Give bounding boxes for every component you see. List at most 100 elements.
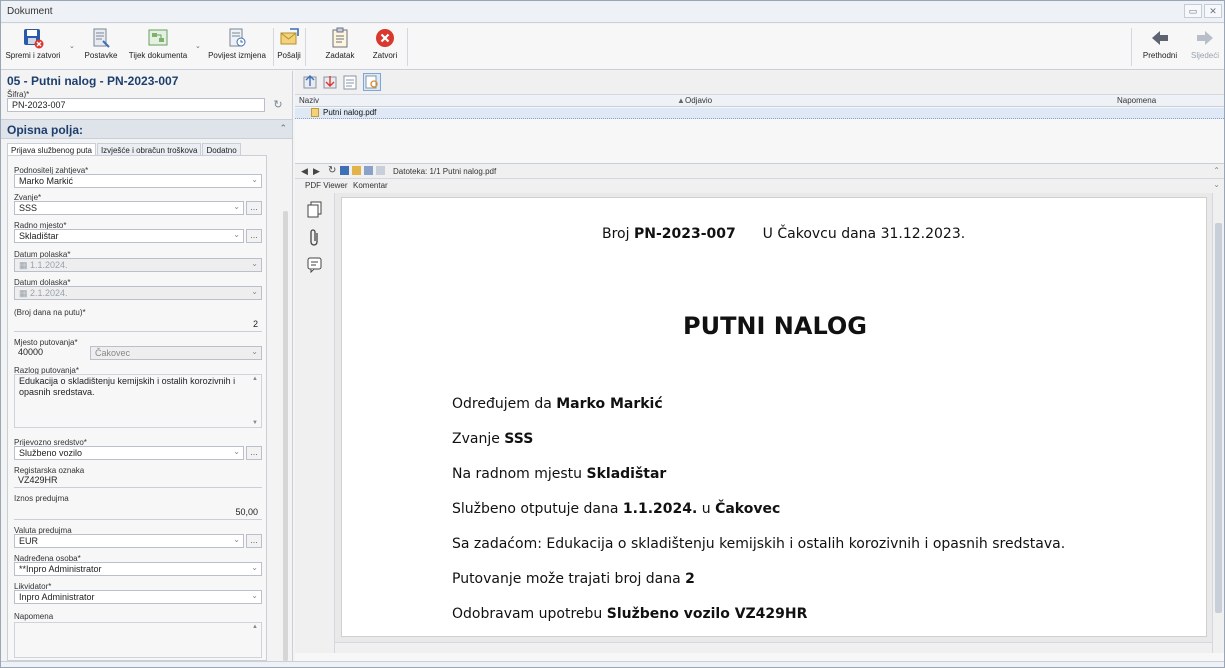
chevron-down-icon[interactable]: ⌄	[233, 447, 240, 456]
napomena-label: Napomena	[14, 612, 54, 621]
save-close-button[interactable]: Spremi i zatvori	[5, 26, 61, 68]
attachments-toolbar	[295, 71, 1224, 95]
chevron-down-icon[interactable]: ⌄	[251, 287, 258, 296]
pdf-viewer: Broj PN-2023-007 U Čakovcu dana 31.12.20…	[295, 193, 1224, 653]
chevron-down-icon[interactable]: ⌄	[69, 42, 75, 50]
registarska-field[interactable]: VZ429HR	[14, 474, 262, 488]
pdf-title: PUTNI NALOG	[682, 312, 868, 340]
likvidator-field[interactable]: Inpro Administrator ⌄	[14, 590, 262, 604]
chevron-down-icon[interactable]: ⌄	[251, 563, 258, 572]
print-icon[interactable]	[376, 166, 385, 175]
opisna-title: Opisna polja:	[7, 123, 84, 137]
history-button[interactable]: Povijest izmjena	[205, 26, 269, 68]
razlog-textarea[interactable]: Edukacija o skladištenju kemijskih i ost…	[14, 374, 262, 428]
workflow-icon	[147, 27, 169, 49]
table-row[interactable]: Putni nalog.pdf	[295, 108, 1224, 119]
nadredena-field[interactable]: **Inpro Administrator ⌄	[14, 562, 262, 576]
scroll-up-icon[interactable]: ▲	[252, 624, 258, 630]
email-icon[interactable]	[364, 166, 373, 175]
chevron-down-icon[interactable]: ⌄	[195, 42, 201, 50]
pdf-line-3: Na radnom mjestu Skladištar	[452, 466, 667, 482]
pdf-header: Broj PN-2023-007 U Čakovcu dana 31.12.20…	[602, 226, 966, 242]
next-page-icon[interactable]: ▶	[313, 166, 320, 177]
polaska-field[interactable]: ▦ 1.1.2024. ⌄	[14, 258, 262, 272]
napomena-textarea[interactable]	[14, 622, 262, 658]
iznos-label: Iznos predujma	[14, 494, 69, 503]
comment-icon[interactable]	[307, 257, 323, 276]
save-icon[interactable]	[340, 166, 349, 175]
prijevozno-browse-button[interactable]: …	[246, 446, 262, 460]
restore-button[interactable]: ▭	[1184, 4, 1202, 18]
close-window-button[interactable]: ✕	[1204, 4, 1222, 18]
tab-komentar[interactable]: Komentar	[353, 181, 388, 190]
window-title: Dokument	[7, 6, 53, 17]
ribbon-toolbar: Spremi i zatvori ⌄ Postavke Tijek dokume…	[1, 24, 1224, 70]
settings-icon	[90, 27, 112, 49]
collapse-icon[interactable]: ⌃	[279, 123, 287, 134]
col-naziv[interactable]: Naziv	[299, 96, 319, 105]
pdf-toolbar: ◀ ▶ ↻ Datoteka: 1/1 Putni nalog.pdf ⌃	[295, 163, 1224, 179]
chevron-down-icon[interactable]: ⌄	[233, 202, 240, 211]
chevron-down-icon[interactable]: ⌄	[1213, 180, 1220, 189]
chevron-down-icon[interactable]: ⌄	[233, 230, 240, 239]
zvanje-field[interactable]: SSS ⌄	[14, 201, 244, 215]
workflow-button[interactable]: Tijek dokumenta	[127, 26, 189, 68]
radno-field[interactable]: Skladištar ⌄	[14, 229, 244, 243]
pdf-horizontal-scrollbar[interactable]	[335, 642, 1212, 653]
broj-dana-field[interactable]: 2	[14, 318, 262, 332]
opisna-header: Opisna polja: ⌃	[1, 119, 292, 139]
prev-page-icon[interactable]: ◀	[301, 166, 308, 177]
task-button[interactable]: Zadatak	[319, 26, 361, 68]
chevron-down-icon[interactable]: ⌄	[251, 347, 258, 356]
next-button[interactable]: Sljedeći	[1187, 26, 1223, 68]
chevron-down-icon[interactable]: ⌄	[233, 535, 240, 544]
save-close-icon	[22, 27, 44, 49]
upload-icon[interactable]	[301, 73, 319, 91]
refresh-icon[interactable]: ↻	[328, 165, 336, 176]
radno-browse-button[interactable]: …	[246, 229, 262, 243]
pdf-line-7: Odobravam upotrebu Službeno vozilo VZ429…	[452, 606, 808, 622]
scan-icon[interactable]	[341, 73, 359, 91]
scroll-thumb[interactable]	[1215, 223, 1222, 613]
preview-icon[interactable]	[363, 73, 381, 91]
mjesto-code-field[interactable]: 40000	[14, 346, 74, 360]
send-button[interactable]: Pošalji	[275, 26, 303, 68]
document-title: 05 - Putni nalog - PN-2023-007	[7, 74, 179, 88]
pages-icon[interactable]	[307, 201, 323, 222]
pdf-file-icon	[311, 108, 319, 117]
previous-button[interactable]: Prethodni	[1137, 26, 1183, 68]
collapse-icon[interactable]: ⌃	[1213, 166, 1220, 175]
chevron-down-icon[interactable]: ⌄	[251, 175, 258, 184]
attachment-icon[interactable]	[309, 229, 321, 250]
col-napomena[interactable]: Napomena	[1117, 96, 1156, 105]
prijevozno-field[interactable]: Službeno vozilo ⌄	[14, 446, 244, 460]
pdf-line-1: Određujem da Marko Markić	[452, 396, 663, 412]
refresh-icon[interactable]: ↻	[271, 98, 285, 112]
broj-dana-label: (Broj dana na putu)*	[14, 308, 86, 317]
chevron-down-icon[interactable]: ⌄	[251, 591, 258, 600]
tab-pdf-viewer[interactable]: PDF Viewer	[305, 181, 348, 190]
chevron-down-icon[interactable]: ⌄	[251, 259, 258, 268]
download-icon[interactable]	[321, 73, 339, 91]
pdf-line-4: Službeno otputuje dana 1.1.2024. u Čakov…	[452, 501, 781, 517]
col-odjavio[interactable]: Odjavio	[685, 96, 712, 105]
folder-icon[interactable]	[352, 166, 361, 175]
arrow-right-icon	[1194, 27, 1216, 49]
pdf-line-2: Zvanje SSS	[452, 431, 534, 447]
settings-button[interactable]: Postavke	[81, 26, 121, 68]
left-scrollbar[interactable]	[283, 211, 288, 661]
scroll-up-icon[interactable]: ▲	[252, 376, 258, 382]
pdf-vertical-scrollbar[interactable]	[1212, 193, 1224, 653]
valuta-field[interactable]: EUR ⌄	[14, 534, 244, 548]
dolaska-field[interactable]: ▦ 2.1.2024. ⌄	[14, 286, 262, 300]
iznos-field[interactable]: 50,00	[14, 506, 262, 520]
valuta-browse-button[interactable]: …	[246, 534, 262, 548]
pdf-side-rail	[295, 193, 335, 653]
close-document-button[interactable]: Zatvori	[365, 26, 405, 68]
scroll-down-icon[interactable]: ▼	[252, 420, 258, 426]
status-bar	[1, 661, 1224, 667]
podnositelj-field[interactable]: Marko Markić ⌄	[14, 174, 262, 188]
sifra-field[interactable]: PN-2023-007	[7, 98, 265, 112]
mjesto-name-field[interactable]: Čakovec ⌄	[90, 346, 262, 360]
zvanje-browse-button[interactable]: …	[246, 201, 262, 215]
